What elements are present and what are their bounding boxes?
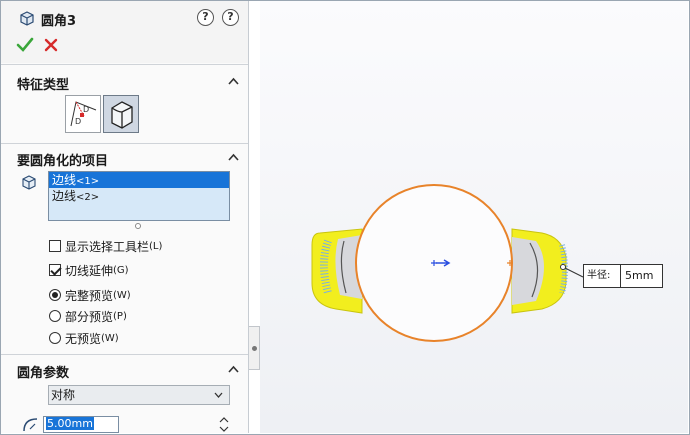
callout-value[interactable]: 5mm bbox=[621, 265, 662, 287]
radius-callout[interactable]: 半径: 5mm bbox=[583, 264, 663, 288]
section-fillet-params[interactable]: 圆角参数 bbox=[1, 359, 248, 381]
radius-spinner[interactable] bbox=[217, 416, 231, 433]
radio[interactable] bbox=[49, 289, 61, 301]
left-fillet-preview bbox=[311, 228, 363, 314]
divider bbox=[1, 143, 248, 144]
list-item[interactable]: 边线<2> bbox=[49, 188, 229, 204]
profile-select[interactable]: 对称 bbox=[48, 385, 230, 405]
edge-selection-icon bbox=[22, 175, 36, 190]
radius-input[interactable]: 5.00mm bbox=[43, 416, 119, 433]
section-fillet-type-label: 特征类型 bbox=[17, 78, 70, 93]
constant-size-fillet-button[interactable]: D D bbox=[65, 95, 101, 133]
help-button[interactable]: ? bbox=[222, 9, 239, 26]
divider bbox=[1, 64, 248, 65]
divider bbox=[1, 354, 248, 355]
svg-text:D: D bbox=[83, 105, 89, 114]
checkbox[interactable] bbox=[49, 264, 61, 276]
right-fillet-preview bbox=[511, 228, 568, 314]
full-preview-radio[interactable]: 完整预览 (W) bbox=[49, 286, 131, 304]
svg-text:D: D bbox=[75, 117, 81, 126]
constant-fillet-icon: D D bbox=[70, 101, 97, 127]
list-item[interactable]: 边线<1> bbox=[49, 172, 229, 188]
model-preview bbox=[311, 184, 584, 342]
no-preview-radio[interactable]: 无预览 (W) bbox=[49, 329, 119, 347]
section-items-to-fillet[interactable]: 要圆角化的项目 bbox=[1, 147, 248, 169]
panel-collapse-handle[interactable] bbox=[249, 326, 260, 370]
feature-title: 圆角3 bbox=[41, 14, 77, 29]
section-fillet-params-label: 圆角参数 bbox=[17, 366, 70, 381]
whats-wrong-help-button[interactable]: ? bbox=[197, 9, 214, 26]
fillet-solid-icon bbox=[111, 101, 133, 129]
tangent-propagation-checkbox[interactable]: 切线延伸 (G) bbox=[49, 261, 129, 279]
fillet-feature-icon bbox=[20, 11, 34, 26]
partial-preview-radio[interactable]: 部分预览 (P) bbox=[49, 307, 127, 325]
checkbox[interactable] bbox=[49, 240, 61, 252]
callout-anchor bbox=[560, 264, 566, 270]
list-resize-handle[interactable] bbox=[135, 223, 141, 229]
property-manager-header: 圆角3 ? ? bbox=[1, 1, 248, 63]
property-manager: 圆角3 ? ? 特征类型 D D 要圆角化的项目 边线<1> 边线<2> 显示选… bbox=[1, 1, 249, 433]
radio[interactable] bbox=[49, 332, 61, 344]
edge-selection-list[interactable]: 边线<1> 边线<2> bbox=[48, 171, 230, 221]
ok-check-icon[interactable] bbox=[16, 36, 34, 54]
chevron-up-icon[interactable] bbox=[228, 153, 239, 161]
chevron-down-icon bbox=[214, 392, 223, 398]
radio[interactable] bbox=[49, 310, 61, 322]
callout-key: 半径: bbox=[584, 265, 621, 287]
section-fillet-type[interactable]: 特征类型 bbox=[1, 71, 248, 93]
section-items-label: 要圆角化的项目 bbox=[17, 154, 109, 169]
grip-dot bbox=[252, 346, 257, 351]
chevron-up-icon[interactable] bbox=[228, 365, 239, 373]
cancel-x-icon[interactable] bbox=[43, 37, 59, 53]
show-toolbar-checkbox[interactable]: 显示选择工具栏 (L) bbox=[49, 237, 162, 255]
chevron-up-icon[interactable] bbox=[228, 77, 239, 85]
variable-fillet-button[interactable] bbox=[103, 95, 139, 133]
radius-icon bbox=[23, 418, 38, 432]
graphics-viewport[interactable] bbox=[260, 1, 688, 433]
